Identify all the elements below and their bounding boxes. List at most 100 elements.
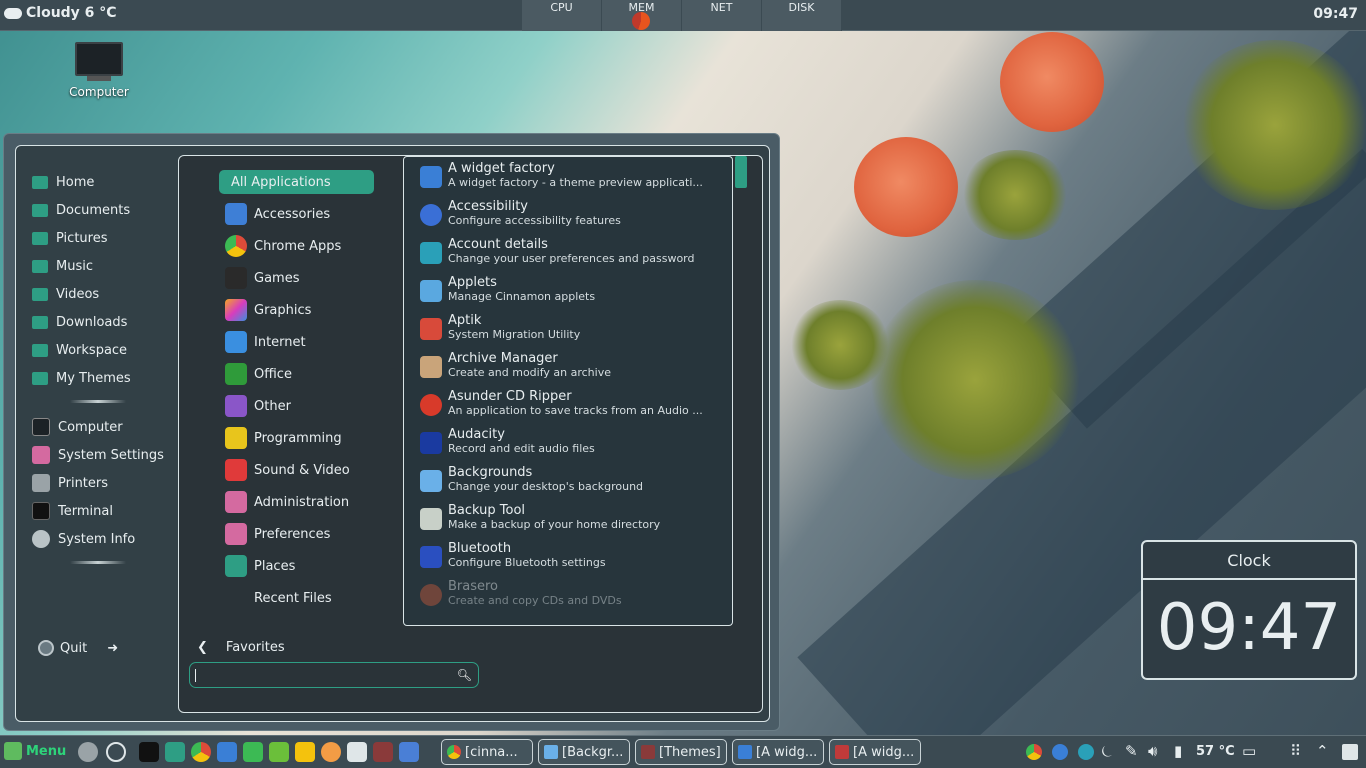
category-chrome-apps[interactable]: Chrome Apps: [219, 230, 374, 262]
category-programming[interactable]: Programming: [219, 422, 374, 454]
system-computer[interactable]: Computer: [28, 413, 178, 441]
top-clock[interactable]: 09:47: [1313, 6, 1358, 22]
tool-icon[interactable]: [269, 742, 289, 762]
category-other[interactable]: Other: [219, 390, 374, 422]
app-item[interactable]: Account details Change your user preferen…: [404, 233, 732, 271]
system-printers[interactable]: Printers: [28, 469, 178, 497]
app-item[interactable]: Backgrounds Change your desktop's backgro…: [404, 461, 732, 499]
desktop-computer-icon[interactable]: Computer: [62, 42, 136, 99]
design-icon[interactable]: [321, 742, 341, 762]
category-sound-video[interactable]: Sound & Video: [219, 454, 374, 486]
administration-icon: [225, 491, 247, 513]
system-terminal[interactable]: Terminal: [28, 497, 178, 525]
app-item[interactable]: Bluetooth Configure Bluetooth settings: [404, 537, 732, 575]
user-icon[interactable]: [78, 742, 98, 762]
place-downloads[interactable]: Downloads: [28, 308, 178, 336]
app-item[interactable]: A widget factory A widget factory - a the…: [404, 157, 732, 195]
quit-button[interactable]: Quit ➜: [38, 640, 118, 656]
task-themes[interactable]: [Themes]: [635, 739, 727, 765]
bottom-panel: Menu [cinna... [Backgr... [Themes] [A wi…: [0, 735, 1366, 768]
update-icon[interactable]: [1052, 744, 1068, 760]
task-widget-factory[interactable]: [A widg...: [732, 739, 824, 765]
app-list-scrollbar[interactable]: [735, 156, 747, 188]
folder-icon: [32, 287, 48, 301]
place-music[interactable]: Music: [28, 252, 178, 280]
transmission-icon[interactable]: [243, 742, 263, 762]
display-icon[interactable]: ▭: [1242, 742, 1256, 760]
menu-button[interactable]: Menu: [4, 742, 66, 760]
temperature-readout[interactable]: 57 °C: [1196, 744, 1235, 759]
place-label: Downloads: [56, 314, 128, 330]
history-icon[interactable]: [106, 742, 126, 762]
category-all-applications[interactable]: All Applications: [219, 170, 374, 194]
widget-factory-icon: [420, 166, 442, 188]
folder-icon: [32, 371, 48, 385]
task-widget-factory-2[interactable]: [A widg...: [829, 739, 921, 765]
workspace-grid-icon[interactable]: ⠿: [1290, 742, 1301, 760]
app-name: Accessibility: [448, 199, 528, 214]
aptik-icon: [420, 318, 442, 340]
app-item[interactable]: Aptik System Migration Utility: [404, 309, 732, 347]
favorites-button[interactable]: ❮ Favorites: [197, 640, 285, 655]
category-preferences[interactable]: Preferences: [219, 518, 374, 550]
place-home[interactable]: Home: [28, 168, 178, 196]
battery-icon[interactable]: ▮: [1174, 742, 1182, 760]
network-icon[interactable]: [1078, 744, 1094, 760]
chrome-tray-icon[interactable]: [1026, 744, 1042, 760]
app-item[interactable]: Asunder CD Ripper An application to save …: [404, 385, 732, 423]
chrome-icon: [225, 235, 247, 257]
app-item[interactable]: Brasero Create and copy CDs and DVDs: [404, 575, 732, 613]
chrome-icon[interactable]: [191, 742, 211, 762]
folder-icon: [32, 231, 48, 245]
category-internet[interactable]: Internet: [219, 326, 374, 358]
category-administration[interactable]: Administration: [219, 486, 374, 518]
app-item[interactable]: Backup Tool Make a backup of your home di…: [404, 499, 732, 537]
chevron-up-icon[interactable]: ⌃: [1316, 742, 1329, 760]
cloud-icon: [4, 7, 22, 19]
show-desktop-icon[interactable]: [1342, 744, 1358, 760]
system-info[interactable]: System Info: [28, 525, 178, 553]
place-videos[interactable]: Videos: [28, 280, 178, 308]
terminal-icon[interactable]: [139, 742, 159, 762]
system-monitor[interactable]: CPU MEM NET DISK: [522, 0, 842, 31]
sleep-icon[interactable]: ⏾: [1101, 742, 1113, 760]
arrow-right-icon: ➜: [107, 640, 119, 656]
computer-icon: [32, 418, 50, 436]
system-label: Printers: [58, 475, 109, 491]
place-label: Music: [56, 258, 93, 274]
app-item[interactable]: Applets Manage Cinnamon applets: [404, 271, 732, 309]
folder-icon: [32, 315, 48, 329]
editor-icon[interactable]: [347, 742, 367, 762]
task-chrome[interactable]: [cinna...: [441, 739, 533, 765]
category-accessories[interactable]: Accessories: [219, 198, 374, 230]
app-icon[interactable]: [295, 742, 315, 762]
weather-applet[interactable]: Cloudy 6 °C: [4, 5, 117, 21]
place-workspace[interactable]: Workspace: [28, 336, 178, 364]
search-input[interactable]: 🔍︎: [189, 662, 479, 688]
place-documents[interactable]: Documents: [28, 196, 178, 224]
category-graphics[interactable]: Graphics: [219, 294, 374, 326]
applets-icon: [420, 280, 442, 302]
place-my-themes[interactable]: My Themes: [28, 364, 178, 392]
files-icon[interactable]: [165, 742, 185, 762]
places-column: Home Documents Pictures Music Videos Dow…: [28, 168, 178, 574]
backup-icon: [420, 508, 442, 530]
volume-icon[interactable]: 🔊︎: [1148, 742, 1157, 760]
task-backgrounds[interactable]: [Backgr...: [538, 739, 630, 765]
category-places[interactable]: Places: [219, 550, 374, 582]
app-item[interactable]: Audacity Record and edit audio files: [404, 423, 732, 461]
place-label: Home: [56, 174, 95, 190]
mail-icon[interactable]: [217, 742, 237, 762]
monitor-stand: [87, 76, 111, 81]
category-games[interactable]: Games: [219, 262, 374, 294]
app-item[interactable]: Accessibility Configure accessibility fea…: [404, 195, 732, 233]
category-recent-files[interactable]: Recent Files: [219, 582, 374, 614]
screenshot-icon[interactable]: [399, 742, 419, 762]
system-settings[interactable]: System Settings: [28, 441, 178, 469]
app-item[interactable]: Archive Manager Create and modify an arch…: [404, 347, 732, 385]
category-office[interactable]: Office: [219, 358, 374, 390]
place-pictures[interactable]: Pictures: [28, 224, 178, 252]
themes-icon[interactable]: [373, 742, 393, 762]
pen-icon[interactable]: ✎: [1125, 742, 1138, 760]
wallpaper-umbrella-2: [854, 137, 958, 237]
